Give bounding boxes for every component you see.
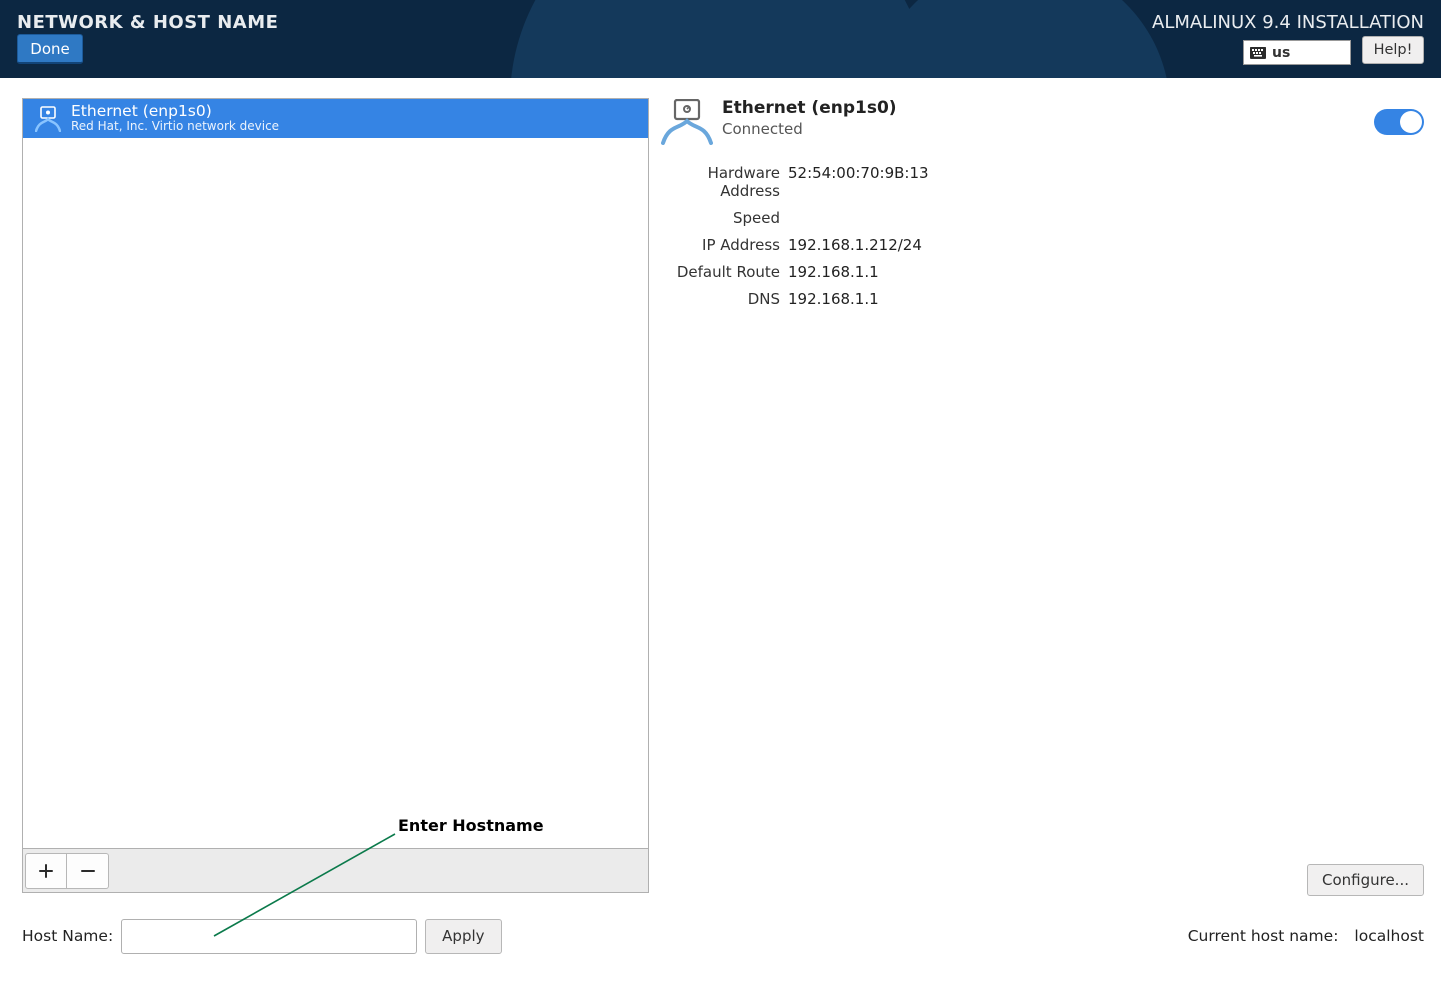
page-title: NETWORK & HOST NAME <box>17 12 278 33</box>
keyboard-layout-text: us <box>1272 45 1290 61</box>
installer-title: ALMALINUX 9.4 INSTALLATION <box>1152 12 1424 33</box>
hardware-address-label: Hardware Address <box>664 164 780 200</box>
device-name: Ethernet (enp1s0) <box>71 103 279 120</box>
ip-address-label: IP Address <box>664 236 780 254</box>
detail-device-name: Ethernet (enp1s0) <box>722 98 1424 118</box>
keyboard-icon <box>1250 47 1266 59</box>
keyboard-layout-selector[interactable]: us <box>1243 40 1351 65</box>
device-panel: Ethernet (enp1s0) Red Hat, Inc. Virtio n… <box>22 98 649 893</box>
current-hostname-label: Current host name: <box>1188 927 1339 945</box>
device-toolbar <box>22 849 649 893</box>
default-route-value: 192.168.1.1 <box>788 263 1424 281</box>
minus-icon <box>81 864 95 878</box>
hardware-address-value: 52:54:00:70:9B:13 <box>788 164 1424 200</box>
content-area: Ethernet (enp1s0) Red Hat, Inc. Virtio n… <box>0 78 1441 1002</box>
connection-toggle[interactable] <box>1374 109 1424 135</box>
plus-icon <box>39 864 53 878</box>
hostname-label: Host Name: <box>22 927 113 945</box>
configure-button[interactable]: Configure... <box>1307 864 1424 896</box>
default-route-label: Default Route <box>664 263 780 281</box>
done-button[interactable]: Done <box>17 34 83 64</box>
header-bar: NETWORK & HOST NAME Done ALMALINUX 9.4 I… <box>0 0 1441 78</box>
detail-device-status: Connected <box>722 120 1424 138</box>
speed-label: Speed <box>664 209 780 227</box>
help-button[interactable]: Help! <box>1362 36 1424 64</box>
device-subtitle: Red Hat, Inc. Virtio network device <box>71 120 279 133</box>
hostname-input[interactable] <box>121 919 417 954</box>
speed-value <box>788 209 1424 227</box>
add-device-button[interactable] <box>25 853 67 889</box>
remove-device-button[interactable] <box>67 853 109 889</box>
device-detail-panel: Ethernet (enp1s0) Connected Hardware Add… <box>660 98 1424 308</box>
dns-value: 192.168.1.1 <box>788 290 1424 308</box>
ethernet-icon <box>33 104 63 134</box>
dns-label: DNS <box>664 290 780 308</box>
ethernet-large-icon <box>660 98 714 146</box>
detail-header: Ethernet (enp1s0) Connected <box>660 98 1424 146</box>
hostname-row: Host Name: Apply Current host name: loca… <box>22 913 1424 959</box>
device-list[interactable]: Ethernet (enp1s0) Red Hat, Inc. Virtio n… <box>22 98 649 849</box>
current-hostname-value: localhost <box>1354 927 1424 945</box>
ip-address-value: 192.168.1.212/24 <box>788 236 1424 254</box>
detail-properties: Hardware Address 52:54:00:70:9B:13 Speed… <box>664 164 1424 308</box>
device-list-item[interactable]: Ethernet (enp1s0) Red Hat, Inc. Virtio n… <box>23 99 648 138</box>
apply-hostname-button[interactable]: Apply <box>425 919 501 954</box>
